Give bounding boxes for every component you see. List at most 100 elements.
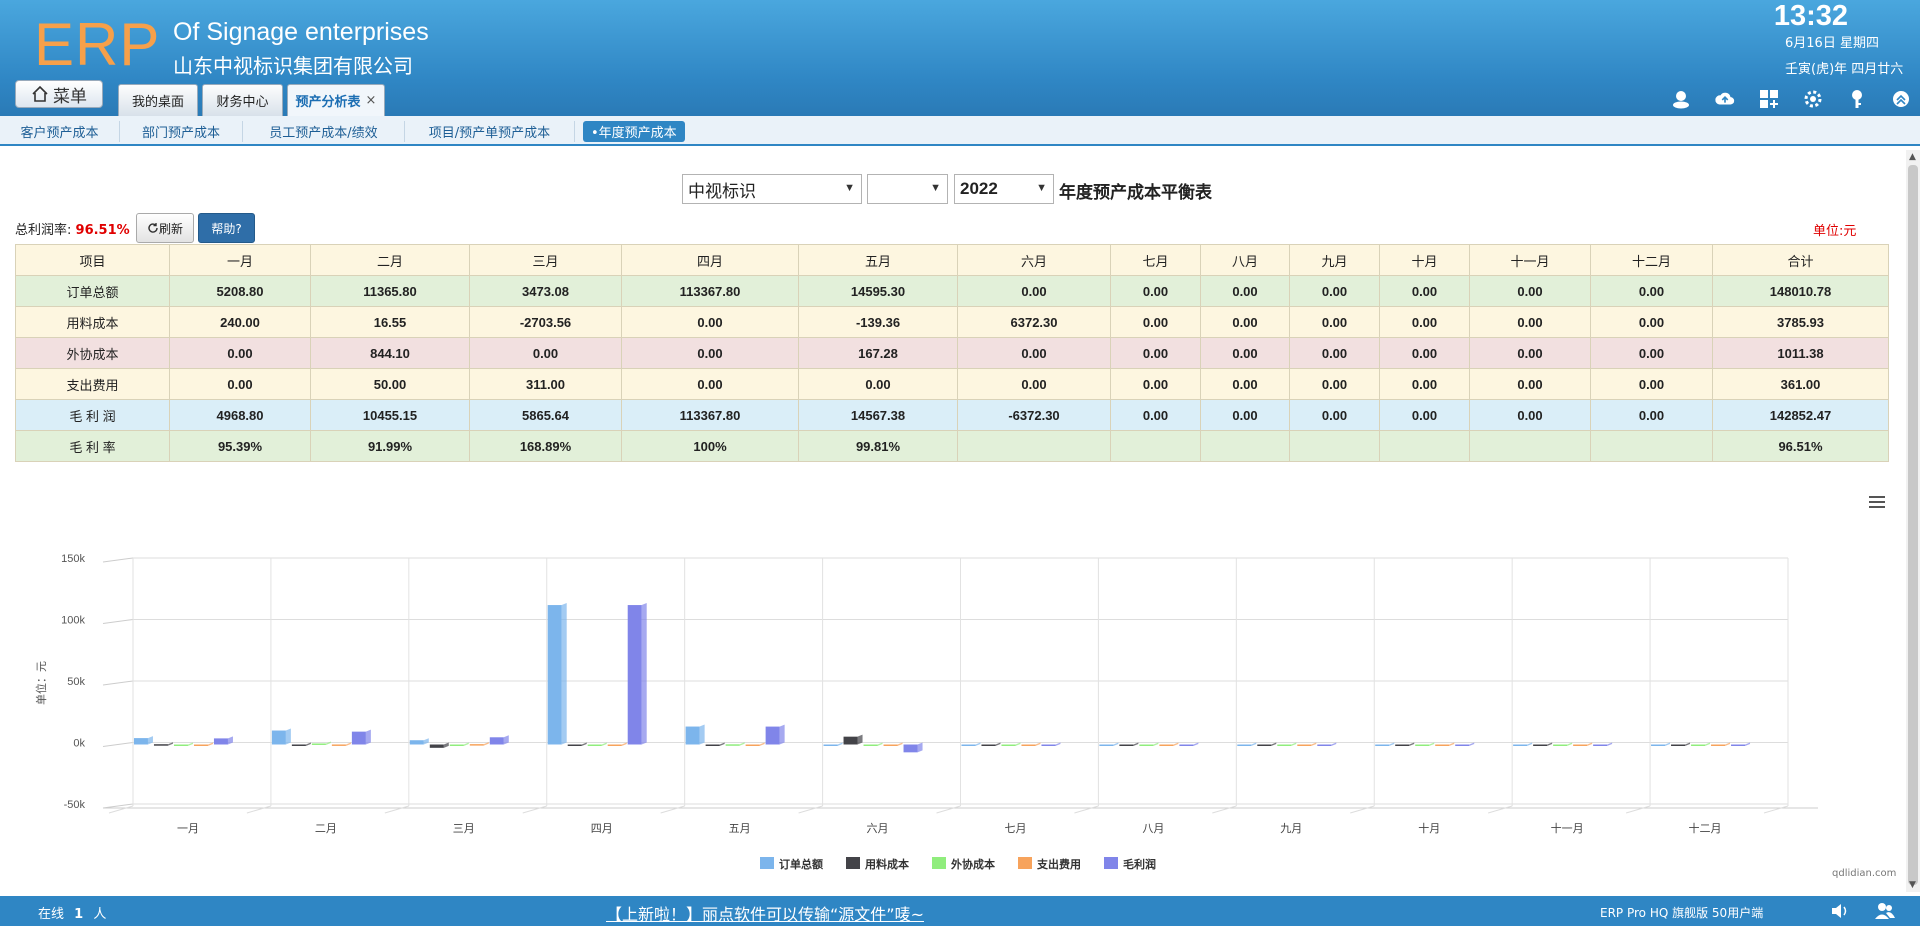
bar[interactable] bbox=[903, 742, 923, 753]
legend-item[interactable]: 订单总额 bbox=[760, 857, 823, 871]
chart-menu-icon[interactable] bbox=[1868, 494, 1886, 510]
bar[interactable] bbox=[883, 742, 903, 747]
bar[interactable] bbox=[1041, 742, 1061, 747]
bar[interactable] bbox=[1593, 742, 1613, 747]
bar[interactable] bbox=[1731, 742, 1751, 747]
bar[interactable] bbox=[449, 742, 469, 747]
bar[interactable] bbox=[1277, 742, 1297, 747]
year-select[interactable]: 2022 ▼ bbox=[954, 174, 1054, 204]
bar[interactable] bbox=[765, 724, 785, 745]
key-icon[interactable] bbox=[1846, 88, 1868, 110]
bar[interactable] bbox=[291, 742, 311, 746]
subnav-department-cost[interactable]: 部门预产成本 bbox=[120, 121, 243, 142]
user-icon[interactable] bbox=[1670, 88, 1692, 110]
bar[interactable] bbox=[745, 742, 765, 747]
column-header: 七月 bbox=[1110, 244, 1201, 276]
status-bar: 在线 1 人 【上新啦！】丽点软件可以传输“源文件”唛~ ERP Pro HQ … bbox=[0, 896, 1920, 926]
cloud-upload-icon[interactable] bbox=[1714, 88, 1736, 110]
bar[interactable] bbox=[1651, 742, 1671, 747]
bar[interactable] bbox=[409, 738, 429, 745]
legend-swatch bbox=[1018, 857, 1032, 869]
page-scrollbar[interactable]: ▲ ▼ bbox=[1906, 150, 1920, 892]
bar[interactable] bbox=[1139, 742, 1159, 747]
volume-icon[interactable] bbox=[1830, 903, 1850, 919]
table-cell: 844.10 bbox=[310, 337, 470, 369]
bar[interactable] bbox=[1533, 742, 1553, 747]
bar[interactable] bbox=[271, 728, 291, 745]
legend-item[interactable]: 用料成本 bbox=[846, 857, 909, 871]
bar[interactable] bbox=[705, 742, 725, 747]
settings-icon[interactable] bbox=[1802, 88, 1824, 110]
bar[interactable] bbox=[1435, 742, 1455, 747]
announcement-link[interactable]: 【上新啦！】丽点软件可以传输“源文件”唛~ bbox=[606, 901, 924, 925]
company-select[interactable]: 中视标识 ▼ bbox=[682, 174, 862, 204]
bar[interactable] bbox=[1691, 742, 1711, 747]
bar[interactable] bbox=[627, 603, 647, 745]
bar[interactable] bbox=[1711, 742, 1731, 747]
bar[interactable] bbox=[429, 742, 449, 748]
apps-icon[interactable] bbox=[1758, 88, 1780, 110]
bar[interactable] bbox=[1553, 742, 1573, 747]
subnav-customer-cost[interactable]: 客户预产成本 bbox=[0, 121, 120, 142]
bar[interactable] bbox=[843, 734, 863, 745]
scroll-down-icon[interactable]: ▼ bbox=[1909, 880, 1916, 890]
y-tick-label: 100k bbox=[61, 615, 85, 627]
bar[interactable] bbox=[567, 742, 587, 747]
bar[interactable] bbox=[1257, 742, 1277, 747]
subnav-annual-cost[interactable]: •年度预产成本 bbox=[583, 121, 685, 142]
legend-item[interactable]: 支出费用 bbox=[1018, 857, 1081, 871]
monthly-cost-chart: 150k 100k 50k 0k -50k 单位：元一月 二月 三月 四月 五月 六月 七月 八月 九月 十… bbox=[34, 553, 1818, 871]
bar[interactable] bbox=[1513, 742, 1533, 747]
users-icon[interactable] bbox=[1874, 902, 1896, 920]
clock-time: 13:32 bbox=[1773, 0, 1848, 32]
menu-button[interactable]: 菜单 bbox=[15, 80, 103, 108]
collapse-icon[interactable] bbox=[1890, 88, 1912, 110]
bar[interactable] bbox=[1395, 742, 1415, 747]
bar[interactable] bbox=[1179, 742, 1199, 747]
bar[interactable] bbox=[1099, 742, 1119, 747]
bar[interactable] bbox=[1455, 742, 1475, 747]
bar[interactable] bbox=[1573, 742, 1593, 747]
tab-my-desktop[interactable]: 我的桌面 bbox=[118, 84, 198, 116]
bar[interactable] bbox=[351, 729, 371, 745]
bar[interactable] bbox=[547, 603, 567, 745]
tab-finance-center[interactable]: 财务中心 bbox=[202, 84, 283, 116]
bar[interactable] bbox=[1001, 742, 1021, 747]
bar[interactable] bbox=[133, 736, 153, 745]
bar[interactable] bbox=[863, 742, 883, 747]
bar[interactable] bbox=[685, 724, 705, 745]
tab-preproduction-analysis[interactable]: 预产分析表 × bbox=[287, 84, 385, 116]
bar[interactable] bbox=[1375, 742, 1395, 747]
help-button[interactable]: 帮助? bbox=[198, 213, 255, 243]
table-cell: 0.00 bbox=[1379, 368, 1470, 400]
table-cell: 99.81% bbox=[798, 430, 958, 462]
refresh-button[interactable]: 刷新 bbox=[136, 213, 194, 243]
bar[interactable] bbox=[1021, 742, 1041, 747]
subnav-project-cost[interactable]: 项目/预产单预产成本 bbox=[405, 121, 575, 142]
bar[interactable] bbox=[823, 742, 843, 747]
bar[interactable] bbox=[311, 741, 331, 745]
bar[interactable] bbox=[1317, 742, 1337, 747]
bar[interactable] bbox=[1237, 742, 1257, 747]
bar[interactable] bbox=[1119, 742, 1139, 747]
bar[interactable] bbox=[1671, 742, 1691, 747]
bar[interactable] bbox=[1159, 742, 1179, 747]
row-label: 支出费用 bbox=[15, 368, 170, 400]
legend-item[interactable]: 毛利润 bbox=[1104, 857, 1156, 871]
bar[interactable] bbox=[1297, 742, 1317, 747]
bar[interactable] bbox=[213, 736, 233, 745]
bar[interactable] bbox=[1415, 742, 1435, 747]
bar[interactable] bbox=[587, 742, 607, 747]
subnav-employee-cost[interactable]: 员工预产成本/绩效 bbox=[243, 121, 405, 142]
bar[interactable] bbox=[607, 742, 627, 747]
scroll-up-icon[interactable]: ▲ bbox=[1909, 152, 1916, 162]
bar[interactable] bbox=[961, 742, 981, 747]
bar[interactable] bbox=[173, 742, 193, 747]
bar[interactable] bbox=[193, 742, 213, 747]
department-select[interactable]: ▼ bbox=[867, 174, 948, 204]
bar[interactable] bbox=[489, 735, 509, 745]
scroll-thumb[interactable] bbox=[1908, 165, 1918, 885]
tab-close-icon[interactable]: × bbox=[366, 93, 377, 108]
legend-item[interactable]: 外协成本 bbox=[932, 857, 995, 871]
bar[interactable] bbox=[981, 742, 1001, 747]
